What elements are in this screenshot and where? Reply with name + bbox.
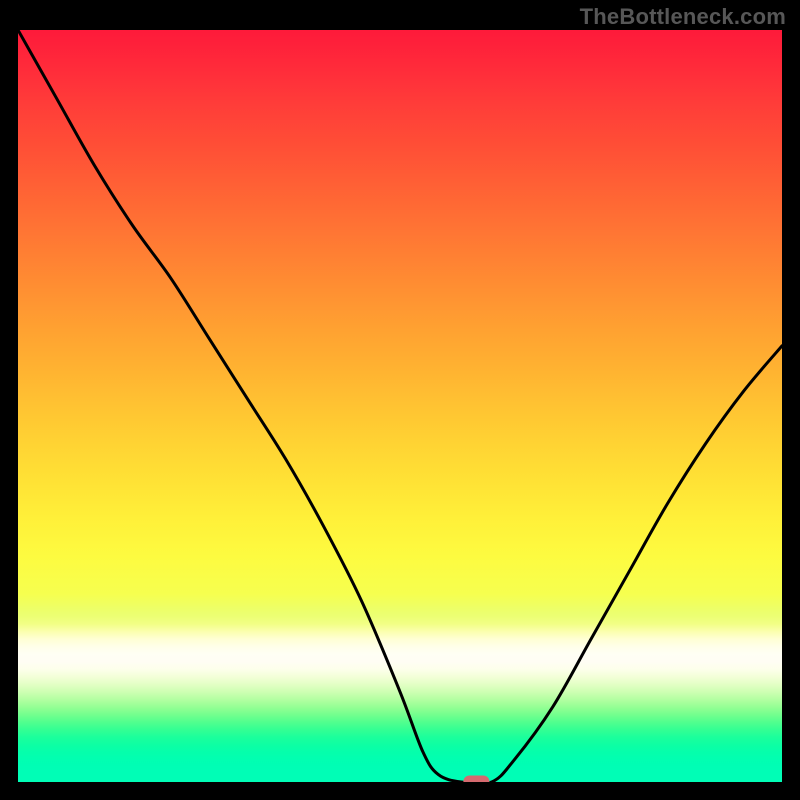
optimal-point-marker — [463, 776, 489, 783]
bottleneck-curve — [18, 30, 782, 782]
plot-area — [18, 30, 782, 782]
chart-frame: TheBottleneck.com — [0, 0, 800, 800]
watermark-text: TheBottleneck.com — [580, 4, 786, 30]
curve-layer — [18, 30, 782, 782]
